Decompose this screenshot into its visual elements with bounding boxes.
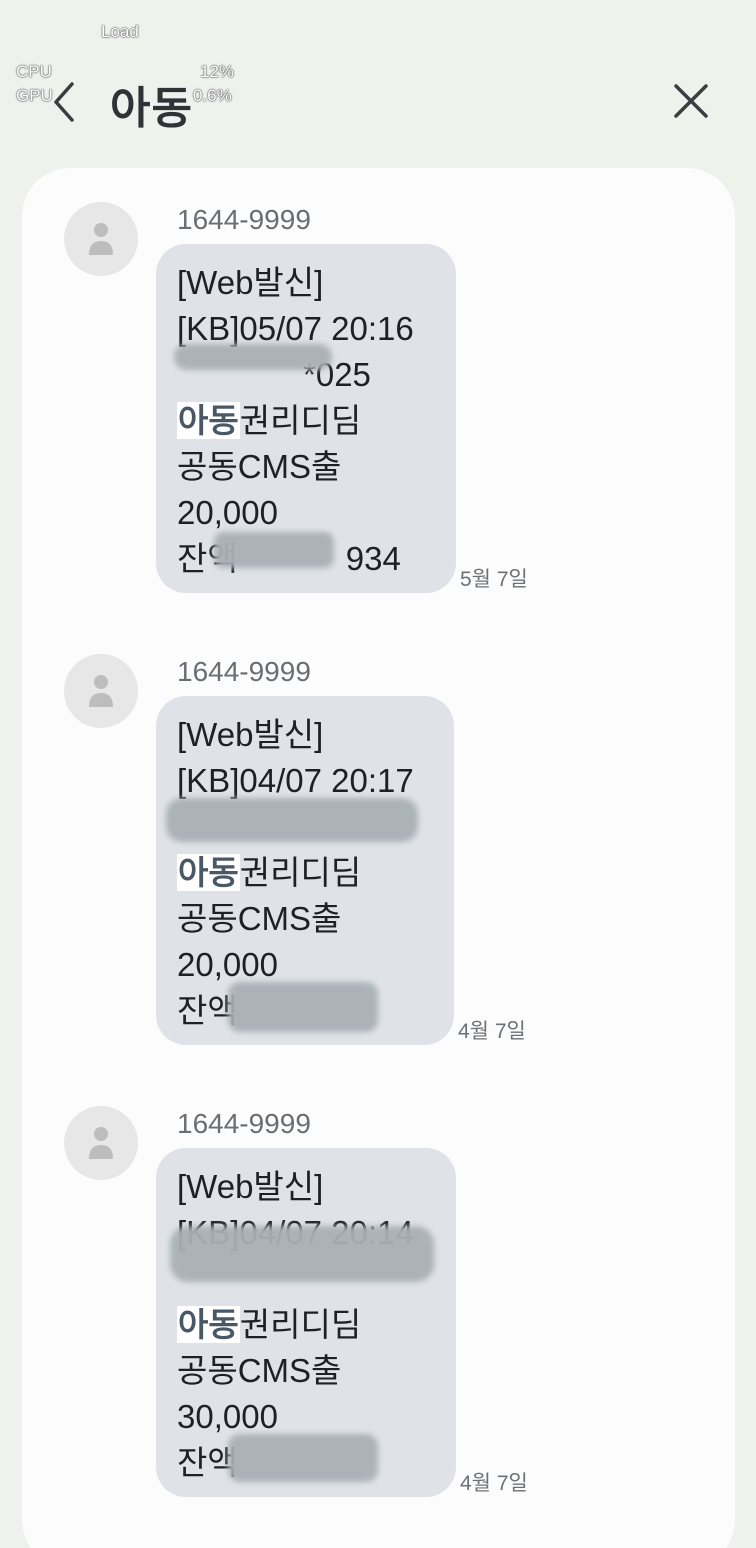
perf-load-label: Load (101, 22, 139, 41)
search-highlight: 아동 (177, 854, 240, 891)
person-icon (89, 1127, 113, 1159)
redaction-blur (166, 798, 418, 842)
message-text: 권리디딤 (239, 854, 362, 891)
message-date: 4월 7일 (460, 1472, 528, 1495)
message-line: 공동CMS출 (177, 448, 342, 485)
message-line: 20,000 (177, 494, 278, 531)
results-panel: 1644-9999 [Web발신] [KB]05/07 20:16 *025 아… (22, 168, 735, 1548)
message-line: 공동CMS출 (177, 900, 342, 937)
message-bubble[interactable]: [Web발신] [KB]05/07 20:16 *025 아동권리디딤 공동CM… (156, 244, 456, 593)
chevron-left-icon (54, 82, 74, 122)
search-highlight: 아동 (177, 1306, 240, 1343)
message-text: 권리디딤 (239, 1306, 362, 1343)
message-text: 권리디딤 (239, 402, 362, 439)
back-button[interactable] (44, 78, 88, 126)
message-date: 5월 7일 (460, 568, 528, 591)
balance-suffix: 934 (345, 540, 401, 577)
redaction-blur (170, 1226, 434, 1282)
message-result-item[interactable]: 1644-9999 [Web발신] [KB]04/07 20:17 아동권리디딤… (22, 620, 735, 1045)
message-line: [Web발신] (177, 264, 324, 301)
message-line: 아동권리디딤 (177, 398, 456, 444)
close-button[interactable] (668, 78, 714, 124)
close-icon (674, 84, 708, 118)
avatar (64, 1106, 138, 1180)
avatar (64, 654, 138, 728)
message-date: 4월 7일 (458, 1020, 526, 1043)
person-icon (89, 223, 113, 255)
message-line: [Web발신] (177, 1168, 324, 1205)
message-result-item[interactable]: 1644-9999 [Web발신] [KB]05/07 20:16 *025 아… (22, 168, 735, 593)
search-query-title: 아동 (110, 83, 193, 134)
message-line: 아동권리디딤 (177, 1302, 456, 1348)
redaction-blur (228, 1434, 378, 1482)
person-icon (89, 675, 113, 707)
redaction-blur (214, 532, 334, 568)
avatar (64, 202, 138, 276)
message-line: 아동권리디딤 (177, 850, 454, 896)
message-bubble[interactable]: [Web발신] [KB]04/07 20:17 아동권리디딤 공동CMS출 20… (156, 696, 454, 1045)
sender-number: 1644-9999 (177, 204, 311, 235)
search-highlight: 아동 (177, 402, 240, 439)
message-line: 공동CMS출 (177, 1352, 342, 1389)
search-header: 아동 (0, 60, 756, 150)
redaction-blur (174, 344, 332, 370)
sender-number: 1644-9999 (177, 1108, 311, 1139)
message-result-item[interactable]: 1644-9999 [Web발신] [KB]04/07 20:14 아동권리디딤… (22, 1072, 735, 1497)
redaction-blur (228, 982, 378, 1032)
message-bubble[interactable]: [Web발신] [KB]04/07 20:14 아동권리디딤 공동CMS출 30… (156, 1148, 456, 1497)
sender-number: 1644-9999 (177, 656, 311, 687)
message-line: [Web발신] (177, 716, 324, 753)
